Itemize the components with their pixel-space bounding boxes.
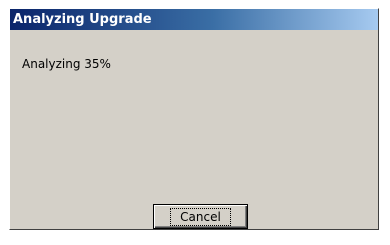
progress-status-text: Analyzing 35% — [22, 57, 111, 71]
title-bar[interactable]: Analyzing Upgrade — [10, 9, 378, 30]
cancel-button-label: Cancel — [170, 207, 231, 226]
cancel-button[interactable]: Cancel — [153, 204, 248, 229]
analyzing-upgrade-dialog: Analyzing Upgrade Analyzing 35% Cancel — [9, 8, 379, 230]
window-title: Analyzing Upgrade — [13, 12, 152, 27]
